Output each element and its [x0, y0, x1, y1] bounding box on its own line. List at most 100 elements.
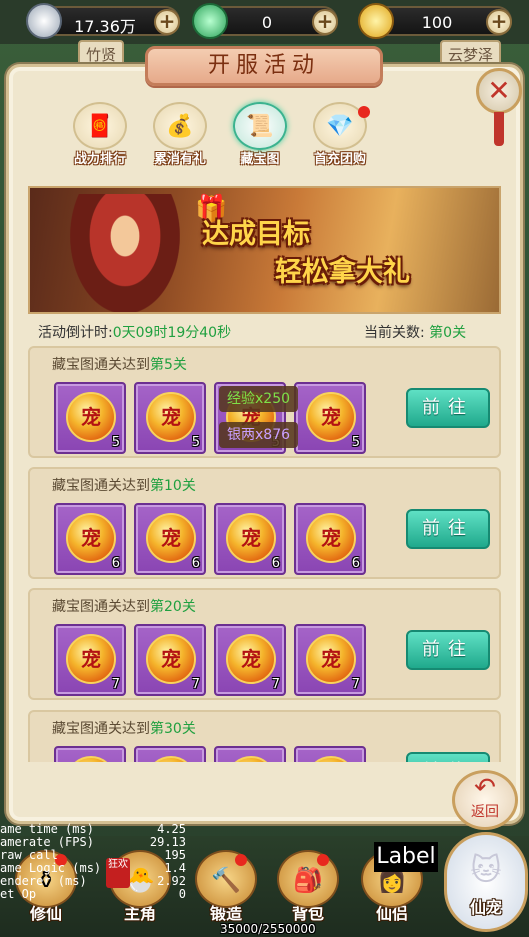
- reward-item[interactable]: 宠5: [54, 382, 126, 454]
- reward-count: 6: [351, 556, 360, 571]
- reward-tooltip-silver: 银两x876: [219, 422, 299, 448]
- reward-item[interactable]: 宠6: [54, 503, 126, 575]
- tab-first-recharge[interactable]: 💎 首充团购: [304, 102, 376, 167]
- reward-item[interactable]: 宠7: [134, 624, 206, 696]
- debug-label: Label: [374, 842, 438, 872]
- gold-currency: 100 +: [358, 3, 512, 39]
- reward-count: 7: [111, 677, 120, 692]
- nav-bag[interactable]: 🎒 背包: [268, 850, 348, 930]
- reward-count: 5: [351, 435, 360, 450]
- add-silver-button[interactable]: +: [154, 9, 180, 35]
- panel-title: 开服活动: [145, 46, 383, 86]
- reward-count: 5: [111, 435, 120, 450]
- event-banner: 🎁 达成目标 轻松拿大礼: [28, 186, 501, 314]
- reward-item[interactable]: 宠: [54, 746, 126, 762]
- debug-stats: ame time (ms) 4.25 amerate (FPS) 29.13 raw…: [0, 823, 190, 901]
- reward-item[interactable]: 宠: [294, 746, 366, 762]
- pet-orb-icon: 宠: [146, 392, 196, 442]
- reward-item[interactable]: 宠5: [134, 382, 206, 454]
- go-button[interactable]: 前往: [406, 752, 490, 762]
- task-title: 藏宝图通关达到第10关: [52, 478, 196, 494]
- pet-orb-icon: 宠: [66, 634, 116, 684]
- reward-tooltip-exp: 经验x250: [219, 386, 299, 412]
- money-bag-icon: 💰: [166, 114, 194, 139]
- notification-dot: [235, 854, 247, 866]
- countdown-label: 活动倒计时:: [38, 325, 113, 341]
- pet-icon: 🐱: [470, 853, 502, 888]
- reward-item[interactable]: 宠: [214, 746, 286, 762]
- reward-item[interactable]: 宠6: [294, 503, 366, 575]
- go-button[interactable]: 前往: [406, 509, 490, 549]
- reward-item[interactable]: 宠7: [54, 624, 126, 696]
- pet-orb-icon: 宠: [66, 756, 116, 762]
- task-row: 藏宝图通关达到第10关 宠6 宠6 宠6 宠6 前往: [28, 467, 501, 579]
- pet-orb-icon: 宠: [146, 756, 196, 762]
- red-envelope-icon: 🧧: [86, 114, 114, 139]
- go-button[interactable]: 前往: [406, 388, 490, 428]
- reward-item[interactable]: 宠7: [294, 624, 366, 696]
- task-row: 藏宝图通关达到第30关 宠 宠 宠 宠 前往: [28, 710, 501, 762]
- hero-illustration: [70, 194, 180, 312]
- reward-count: 7: [271, 677, 280, 692]
- pet-orb-icon: 宠: [226, 756, 276, 762]
- pet-orb-icon: 宠: [146, 513, 196, 563]
- tab-label: 累消有礼: [153, 152, 206, 167]
- reward-item[interactable]: 宠7: [214, 624, 286, 696]
- stage-label: 当前关数:: [364, 325, 425, 341]
- nav-pet[interactable]: 🐱 仙宠: [444, 832, 528, 932]
- tab-label: 战力排行: [73, 152, 126, 167]
- task-title: 藏宝图通关达到第20关: [52, 599, 196, 615]
- tab-spend-gift[interactable]: 💰 累消有礼: [144, 102, 216, 167]
- gem-icon: 💎: [326, 114, 354, 139]
- pet-orb-icon: 宠: [66, 392, 116, 442]
- reward-item[interactable]: 宠5: [294, 382, 366, 454]
- notification-dot: [317, 854, 329, 866]
- reward-item[interactable]: 宠6: [214, 503, 286, 575]
- add-jade-button[interactable]: +: [312, 9, 338, 35]
- tassel-decoration: [494, 112, 504, 146]
- go-button[interactable]: 前往: [406, 630, 490, 670]
- reward-item[interactable]: 宠: [134, 746, 206, 762]
- close-button[interactable]: ✕: [476, 68, 522, 114]
- silver-currency: 17.36万 +: [26, 3, 180, 39]
- back-label: 返回: [471, 804, 499, 820]
- background-tab-1: 竹贤: [78, 40, 125, 66]
- nav-forge[interactable]: 🔨 锻造: [186, 850, 266, 930]
- notification-dot: [358, 106, 370, 118]
- currency-bar: 17.36万 + 0 + 100 +: [0, 0, 529, 44]
- scroll-icon: 📜: [246, 114, 274, 139]
- pet-orb-icon: 宠: [226, 513, 276, 563]
- back-button[interactable]: ↶ 返回: [452, 770, 518, 830]
- tab-label: 藏宝图: [240, 152, 280, 167]
- task-row: 藏宝图通关达到第20关 宠7 宠7 宠7 宠7 前往: [28, 588, 501, 700]
- tab-power-rank[interactable]: 🧧 战力排行: [64, 102, 136, 167]
- pet-orb-icon: 宠: [226, 634, 276, 684]
- bag-icon: 🎒: [293, 866, 323, 894]
- pet-orb-icon: 宠: [306, 634, 356, 684]
- countdown: 活动倒计时:0天09时19分40秒: [38, 322, 231, 342]
- pet-orb-icon: 宠: [146, 634, 196, 684]
- current-stage: 当前关数: 第0关: [364, 322, 466, 342]
- reward-item[interactable]: 宠6: [134, 503, 206, 575]
- banner-line-2: 轻松拿大礼: [275, 257, 410, 288]
- reward-count: 6: [191, 556, 200, 571]
- stat-row: et Op 0: [0, 887, 186, 901]
- banner-line-1: 达成目标: [202, 219, 310, 250]
- reward-count: 5: [191, 435, 200, 450]
- background-tab-2: 云梦泽: [440, 40, 502, 66]
- pet-orb-icon: 宠: [306, 392, 356, 442]
- nav-label: 仙宠: [469, 898, 502, 917]
- pet-orb-icon: 宠: [306, 756, 356, 762]
- reward-count: 7: [351, 677, 360, 692]
- hammer-icon: 🔨: [211, 866, 241, 894]
- countdown-value: 0天09时19分40秒: [112, 325, 232, 341]
- close-icon: ✕: [487, 74, 511, 107]
- reward-count: 6: [111, 556, 120, 571]
- pet-orb-icon: 宠: [306, 513, 356, 563]
- return-arrow-icon: ↶: [474, 773, 496, 803]
- pet-orb-icon: 宠: [66, 513, 116, 563]
- add-gold-button[interactable]: +: [486, 9, 512, 35]
- reward-count: 6: [271, 556, 280, 571]
- tab-treasure-map[interactable]: 📜 藏宝图: [224, 102, 296, 167]
- jade-currency: 0 +: [192, 3, 338, 39]
